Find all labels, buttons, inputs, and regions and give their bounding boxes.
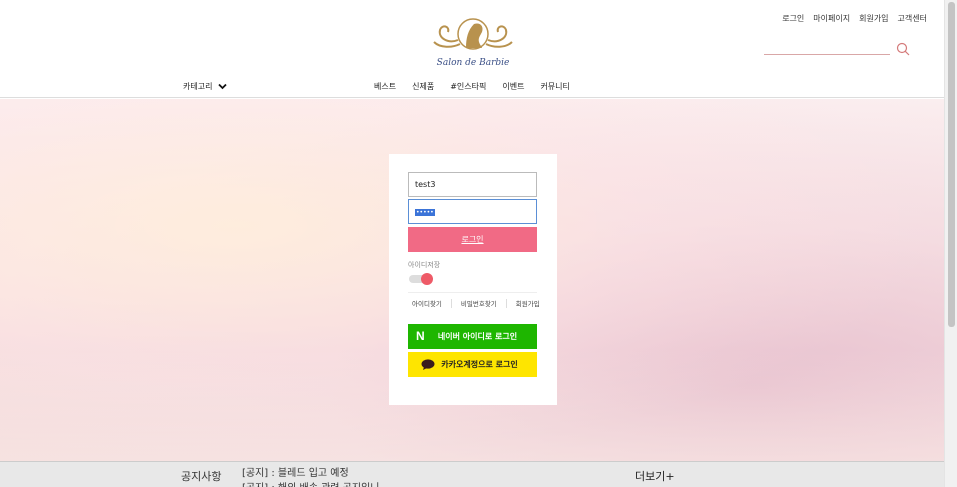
kakao-login-label: 카카오계정으로 로그인 bbox=[441, 360, 518, 369]
naver-login-label: 네이버 아이디로 로그인 bbox=[437, 332, 518, 341]
notice-item[interactable]: [공지] : 해외 배송 관련 공지입니 bbox=[242, 479, 379, 487]
logo-text: Salon de Barbie bbox=[436, 58, 510, 68]
join-link[interactable]: 회원가입 bbox=[512, 297, 544, 309]
chevron-down-icon bbox=[218, 83, 228, 90]
notice-title: 공지사항 bbox=[181, 470, 222, 483]
nav-item-community[interactable]: 커뮤니티 bbox=[540, 81, 569, 92]
logo-emblem-icon bbox=[433, 18, 513, 50]
scrollbar-thumb[interactable] bbox=[948, 2, 955, 327]
category-dropdown[interactable]: 카테고리 bbox=[183, 81, 228, 92]
main-nav: 카테고리 베스트 신제품 #인스타픽 이벤트 커뮤니티 bbox=[0, 81, 944, 98]
notice-item[interactable]: [공지] : 블레드 입고 예정 bbox=[242, 464, 349, 479]
login-panel: test3 ••••• 로그인 아이디저장 아이디찾기 비밀번호찾기 회원가입 … bbox=[389, 154, 557, 405]
search-icon[interactable] bbox=[896, 42, 910, 56]
customer-center-link[interactable]: 고객센터 bbox=[898, 13, 927, 24]
nav-item-new[interactable]: 신제품 bbox=[412, 81, 434, 92]
naver-login-button[interactable]: N 네이버 아이디로 로그인 bbox=[408, 324, 537, 349]
find-password-link[interactable]: 비밀번호찾기 bbox=[457, 297, 501, 309]
nav-menu: 베스트 신제품 #인스타픽 이벤트 커뮤니티 bbox=[374, 81, 570, 92]
notice-bar: 공지사항 [공지] : 블레드 입고 예정 [공지] : 해외 배송 관련 공지… bbox=[0, 461, 944, 487]
nav-item-best[interactable]: 베스트 bbox=[374, 81, 396, 92]
login-button[interactable]: 로그인 bbox=[408, 227, 537, 252]
password-mask: ••••• bbox=[415, 209, 435, 216]
signup-link[interactable]: 회원가입 bbox=[859, 13, 888, 24]
link-separator bbox=[450, 298, 452, 308]
notice-more-link[interactable]: 더보기+ bbox=[635, 468, 675, 484]
kakao-login-button[interactable]: 카카오계정으로 로그인 bbox=[408, 352, 537, 377]
id-input[interactable]: test3 bbox=[408, 172, 537, 197]
mypage-link[interactable]: 마이페이지 bbox=[813, 13, 850, 24]
top-utility-links: 로그인 마이페이지 회원가입 고객센터 bbox=[782, 13, 927, 24]
save-id-label: 아이디저장 bbox=[408, 261, 441, 269]
page-scrollbar[interactable] bbox=[944, 0, 957, 487]
toggle-knob bbox=[421, 273, 433, 285]
category-label: 카테고리 bbox=[183, 82, 213, 91]
login-link[interactable]: 로그인 bbox=[782, 13, 804, 24]
link-separator bbox=[505, 298, 507, 308]
nav-item-instapick[interactable]: #인스타픽 bbox=[450, 81, 486, 92]
password-input[interactable]: ••••• bbox=[408, 199, 537, 224]
site-logo[interactable]: Salon de Barbie bbox=[430, 14, 516, 72]
save-id-toggle[interactable] bbox=[409, 273, 433, 285]
nav-item-event[interactable]: 이벤트 bbox=[502, 81, 524, 92]
divider bbox=[408, 292, 537, 293]
account-links: 아이디찾기 비밀번호찾기 회원가입 bbox=[408, 297, 544, 309]
search-input[interactable] bbox=[764, 40, 890, 55]
find-id-link[interactable]: 아이디찾기 bbox=[408, 297, 446, 309]
